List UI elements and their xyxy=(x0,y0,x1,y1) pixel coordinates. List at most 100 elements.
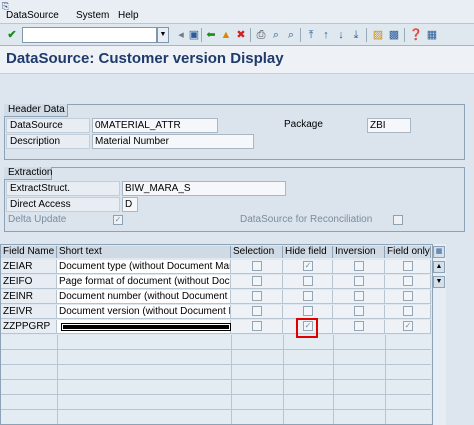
inversion-checkbox[interactable] xyxy=(354,306,364,316)
selection-checkbox[interactable] xyxy=(252,291,262,301)
description-field[interactable]: Material Number xyxy=(92,134,254,149)
column-divider xyxy=(57,335,58,424)
toolbar-separator xyxy=(300,28,301,42)
hide-field-checkbox[interactable] xyxy=(303,276,313,286)
table-row-short-text[interactable]: Page format of document (without Docume xyxy=(57,275,231,289)
field-only-checkbox[interactable] xyxy=(403,276,413,286)
column-divider xyxy=(283,335,284,424)
menu-system[interactable]: System xyxy=(76,10,109,21)
reconciliation-checkbox[interactable] xyxy=(393,215,403,225)
reconciliation-label: DataSource for Reconciliation xyxy=(240,214,373,225)
field-only-checkbox[interactable]: ✓ xyxy=(403,321,413,331)
table-row-hide-cell xyxy=(283,275,333,289)
inversion-checkbox[interactable] xyxy=(354,276,364,286)
table-row-hide-cell: ✓ xyxy=(283,260,333,274)
table-row-hide-cell xyxy=(283,305,333,319)
next-page-icon[interactable]: ↓ xyxy=(333,27,349,43)
package-label: Package xyxy=(284,119,323,130)
help-icon[interactable]: ❓ xyxy=(408,27,424,43)
table-settings-icon[interactable]: ▦ xyxy=(433,246,445,258)
table-row-inversion-cell xyxy=(333,275,385,289)
table-row-field-name[interactable]: ZEIVR xyxy=(1,305,57,319)
table-row-selection-cell xyxy=(231,320,283,334)
menu-datasource[interactable]: DataSource xyxy=(6,10,59,21)
package-field[interactable]: ZBI xyxy=(367,118,411,133)
column-header-inversion[interactable]: Inversion xyxy=(333,246,385,258)
menu-help[interactable]: Help xyxy=(118,10,139,21)
table-row-field-name[interactable]: ZEINR xyxy=(1,290,57,304)
column-header-selection[interactable]: Selection xyxy=(231,246,283,258)
table-row-inversion-cell xyxy=(333,305,385,319)
description-label: Description xyxy=(6,134,90,149)
table-row-selection-cell xyxy=(231,290,283,304)
inversion-checkbox[interactable] xyxy=(354,321,364,331)
back-icon[interactable]: ⬅ xyxy=(203,27,219,43)
column-header-short-text[interactable]: Short text xyxy=(57,246,231,258)
toolbar-separator xyxy=(404,28,405,42)
column-header-field-only[interactable]: Field only xyxy=(385,246,431,258)
page-title: DataSource: Customer version Display xyxy=(6,50,284,67)
table-row-selection-cell xyxy=(231,275,283,289)
scroll-down-icon[interactable]: ▼ xyxy=(433,276,445,288)
column-divider xyxy=(231,335,232,424)
command-dropdown-icon[interactable]: ▼ xyxy=(157,27,169,43)
hide-field-checkbox[interactable]: ✓ xyxy=(303,261,313,271)
table-row-hide-cell xyxy=(283,290,333,304)
menu-bar xyxy=(0,0,474,24)
direct-access-field[interactable]: D xyxy=(122,197,138,212)
field-only-checkbox[interactable] xyxy=(403,306,413,316)
table-empty-rows xyxy=(1,335,431,424)
delta-update-label: Delta Update xyxy=(8,214,67,225)
shortcut-icon[interactable]: ▩ xyxy=(386,27,402,43)
column-header-field-name[interactable]: Field Name xyxy=(1,246,57,258)
extraction-caption: Extraction xyxy=(4,167,52,180)
field-only-checkbox[interactable] xyxy=(403,261,413,271)
save-icon[interactable]: ▣ xyxy=(186,27,202,43)
delta-update-checkbox[interactable]: ✓ xyxy=(113,215,123,225)
find-next-icon[interactable]: ⌕ xyxy=(283,27,299,43)
exit-icon[interactable]: ▲ xyxy=(218,27,234,43)
inversion-checkbox[interactable] xyxy=(354,291,364,301)
first-page-icon[interactable]: ⤒ xyxy=(303,27,319,43)
scroll-up-icon[interactable]: ▲ xyxy=(433,261,445,273)
direct-access-label: Direct Access xyxy=(6,197,120,212)
selection-checkbox[interactable] xyxy=(252,306,262,316)
table-row-field-name[interactable]: ZZPPGRP xyxy=(1,320,57,334)
table-row-field-name[interactable]: ZEIAR xyxy=(1,260,57,274)
layout-menu-icon[interactable]: ▦ xyxy=(424,27,440,43)
find-icon[interactable]: ⌕ xyxy=(268,27,284,43)
table-row-short-text[interactable]: Document number (without Document Man xyxy=(57,290,231,304)
table-row-field-name[interactable]: ZEIFO xyxy=(1,275,57,289)
command-field[interactable] xyxy=(22,27,157,43)
datasource-field[interactable]: 0MATERIAL_ATTR xyxy=(92,118,218,133)
highlight-box xyxy=(296,318,318,338)
datasource-label: DataSource xyxy=(6,118,90,133)
toolbar-separator xyxy=(250,28,251,42)
hide-field-checkbox[interactable] xyxy=(303,306,313,316)
hide-field-checkbox[interactable] xyxy=(303,291,313,301)
inversion-checkbox[interactable] xyxy=(354,261,364,271)
print-icon[interactable]: ⎙ xyxy=(253,27,269,43)
enter-icon[interactable]: ✔ xyxy=(4,27,20,43)
selection-checkbox[interactable] xyxy=(252,261,262,271)
previous-page-icon[interactable]: ↑ xyxy=(318,27,334,43)
selection-checkbox[interactable] xyxy=(252,321,262,331)
table-row-field-only-cell xyxy=(385,305,431,319)
table-row-inversion-cell xyxy=(333,320,385,334)
selection-checkbox[interactable] xyxy=(252,276,262,286)
extractstruct-field[interactable]: BIW_MARA_S xyxy=(122,181,286,196)
new-session-icon[interactable]: ▨ xyxy=(370,27,386,43)
table-row-short-text[interactable]: Document type (without Document Manag xyxy=(57,260,231,274)
column-divider xyxy=(385,335,386,424)
cancel-icon[interactable]: ✖ xyxy=(233,27,249,43)
last-page-icon[interactable]: ⤓ xyxy=(348,27,364,43)
table-row-field-only-cell xyxy=(385,275,431,289)
column-header-hide-field[interactable]: Hide field xyxy=(283,246,333,258)
extractstruct-label: ExtractStruct. xyxy=(6,181,120,196)
field-only-checkbox[interactable] xyxy=(403,291,413,301)
redaction-bar xyxy=(61,323,231,331)
table-row-short-text[interactable]: Document version (without Document Man xyxy=(57,305,231,319)
toolbar-separator xyxy=(201,28,202,42)
table-row-inversion-cell xyxy=(333,290,385,304)
table-row-field-only-cell xyxy=(385,260,431,274)
